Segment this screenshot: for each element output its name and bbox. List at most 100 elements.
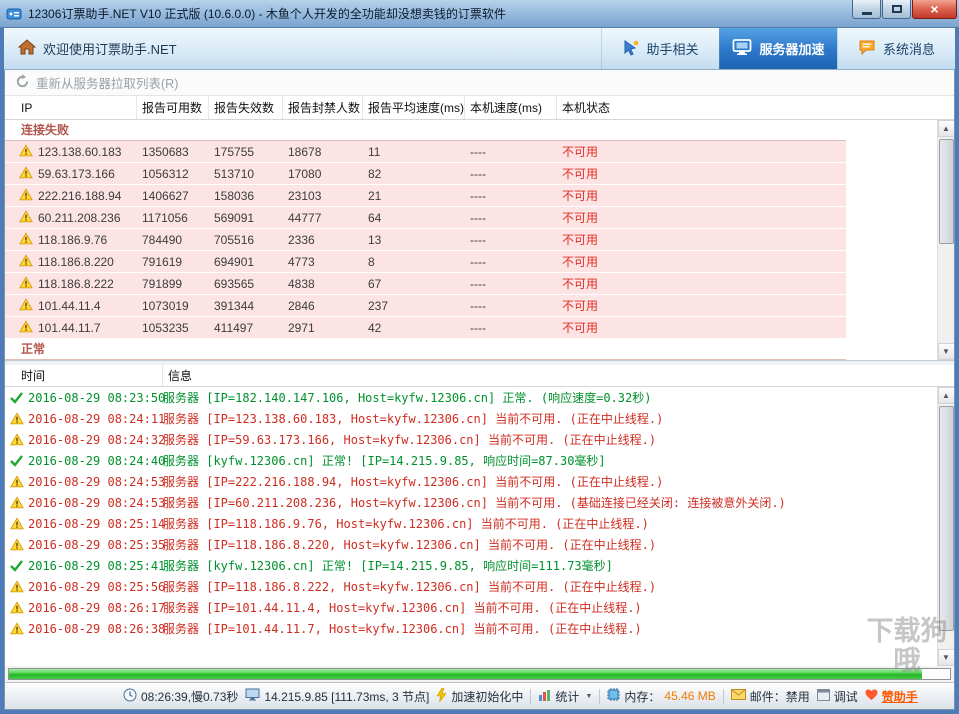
- table-row[interactable]: 59.63.173.166 1056312 513710 17080 82 --…: [5, 163, 846, 185]
- status-server-text: 14.215.9.85 [111.73ms, 3 节点]: [264, 689, 430, 704]
- reported-ok-count: 1171056: [142, 210, 188, 225]
- log-row[interactable]: 2016-08-29 08:24:11 服务器 [IP=123.138.60.1…: [5, 408, 937, 429]
- scroll-up-icon[interactable]: ▲: [937, 120, 954, 137]
- stats-label: 统计: [555, 689, 580, 704]
- server-table-header: IP 报告可用数 报告失效数 报告封禁人数 报告平均速度(ms) 本机速度(ms…: [5, 96, 954, 120]
- column-header-reported-fail[interactable]: 报告失效数: [209, 96, 283, 119]
- table-row[interactable]: 118.186.8.222 791899 693565 4838 67 ----…: [5, 273, 846, 295]
- log-scroll-thumb[interactable]: [938, 406, 954, 631]
- reported-ban-count: 44777: [288, 210, 322, 225]
- log-row[interactable]: 2016-08-29 08:24:53 服务器 [IP=222.216.188.…: [5, 471, 937, 492]
- tab-system-messages[interactable]: 系统消息: [837, 28, 955, 69]
- log-time: 2016-08-29 08:25:35: [28, 537, 166, 552]
- avg-speed: 13: [368, 232, 382, 247]
- reported-fail-count: 694901: [214, 254, 255, 269]
- reported-fail-count: 693565: [214, 276, 255, 291]
- progress-bar: [8, 668, 951, 680]
- stats-menu-button[interactable]: 统计 ▼: [538, 688, 592, 705]
- tab-server-accel[interactable]: 服务器加速: [719, 28, 837, 69]
- success-check-icon: [10, 559, 24, 572]
- status-time: 08:26:39,慢0.73秒: [123, 688, 238, 705]
- local-speed: ----: [470, 298, 486, 313]
- log-time: 2016-08-29 08:24:53: [28, 474, 166, 489]
- warning-icon: [19, 297, 33, 314]
- avg-speed: 82: [368, 166, 382, 181]
- log-time: 2016-08-29 08:24:32: [28, 432, 166, 447]
- log-scrollbar[interactable]: ▲ ▼: [937, 387, 954, 666]
- status-time-text: 08:26:39,慢0.73秒: [141, 689, 239, 704]
- server-ip: 118.186.8.220: [38, 254, 114, 269]
- reported-fail-count: 569091: [214, 210, 255, 225]
- reported-ok-count: 1056312: [142, 166, 189, 181]
- monitor-icon: [245, 688, 260, 704]
- reported-ok-count: 1406627: [142, 188, 189, 203]
- debug-button[interactable]: 调试: [816, 688, 858, 705]
- tab-assistant-label: 助手相关: [646, 42, 699, 57]
- log-row[interactable]: 2016-08-29 08:23:50 服务器 [IP=182.140.147.…: [5, 387, 937, 408]
- warning-icon: [10, 601, 24, 614]
- column-header-local-status[interactable]: 本机状态: [557, 96, 954, 119]
- warning-icon: [10, 580, 24, 593]
- log-message: 服务器 [kyfw.12306.cn] 正常! [IP=14.215.9.85,…: [163, 559, 613, 573]
- table-row[interactable]: 123.138.60.183 1350683 175755 18678 11 -…: [5, 141, 846, 163]
- maximize-button[interactable]: [882, 0, 911, 19]
- log-scroll-track[interactable]: [938, 404, 955, 649]
- local-speed: ----: [470, 210, 486, 225]
- table-row[interactable]: 101.44.11.7 1053235 411497 2971 42 ---- …: [5, 317, 846, 339]
- server-ip: 123.138.60.183: [38, 144, 122, 159]
- tab-assistant[interactable]: 助手相关: [601, 28, 719, 69]
- warning-icon: [10, 475, 24, 488]
- close-button[interactable]: ×: [912, 0, 957, 19]
- log-row[interactable]: 2016-08-29 08:25:14 服务器 [IP=118.186.9.76…: [5, 513, 937, 534]
- log-row[interactable]: 2016-08-29 08:24:53 服务器 [IP=60.211.208.2…: [5, 492, 937, 513]
- mail-status-toggle[interactable]: 邮件：禁用: [730, 688, 810, 705]
- log-message: 服务器 [IP=60.211.208.236, Host=kyfw.12306.…: [163, 496, 786, 510]
- server-scrollbar[interactable]: ▲ ▼: [937, 120, 954, 360]
- column-header-avg-speed[interactable]: 报告平均速度(ms): [363, 96, 465, 119]
- column-header-reported-ok[interactable]: 报告可用数: [137, 96, 209, 119]
- column-header-info[interactable]: 信息: [163, 365, 954, 386]
- local-status: 不可用: [562, 189, 599, 203]
- log-row[interactable]: 2016-08-29 08:25:41 服务器 [kyfw.12306.cn] …: [5, 555, 937, 576]
- scroll-down-icon[interactable]: ▼: [937, 649, 954, 666]
- caption-buttons: ×: [852, 0, 957, 19]
- table-row[interactable]: 118.186.9.76 784490 705516 2336 13 ---- …: [5, 229, 846, 251]
- server-scroll-thumb[interactable]: [938, 139, 954, 244]
- window-title: 12306订票助手.NET V10 正式版 (10.6.0.0) - 木鱼个人开…: [28, 7, 506, 21]
- reported-fail-count: 391344: [214, 298, 255, 313]
- server-scroll-track[interactable]: [938, 137, 955, 343]
- table-row[interactable]: 118.186.8.220 791619 694901 4773 8 ---- …: [5, 251, 846, 273]
- sponsor-link[interactable]: 赞助手: [865, 688, 918, 705]
- log-row[interactable]: 2016-08-29 08:24:40 服务器 [kyfw.12306.cn] …: [5, 450, 937, 471]
- log-row[interactable]: 2016-08-29 08:26:17 服务器 [IP=101.44.11.4,…: [5, 597, 937, 618]
- debug-window-icon: [816, 688, 830, 704]
- refresh-list-button[interactable]: 重新从服务器拉取列表(R): [36, 73, 178, 92]
- log-table-header: 时间 信息: [5, 365, 954, 387]
- debug-label: 调试: [833, 689, 858, 704]
- log-row[interactable]: 2016-08-29 08:25:56 服务器 [IP=118.186.8.22…: [5, 576, 937, 597]
- table-row[interactable]: 60.211.208.236 1171056 569091 44777 64 -…: [5, 207, 846, 229]
- log-row[interactable]: 2016-08-29 08:24:32 服务器 [IP=59.63.173.16…: [5, 429, 937, 450]
- scroll-up-icon[interactable]: ▲: [937, 387, 954, 404]
- reported-ban-count: 18678: [288, 144, 322, 159]
- reported-ban-count: 2971: [288, 320, 315, 335]
- reported-ok-count: 791619: [142, 254, 183, 269]
- column-header-ip[interactable]: IP: [5, 96, 137, 119]
- log-row[interactable]: 2016-08-29 08:26:38 服务器 [IP=101.44.11.7,…: [5, 618, 937, 639]
- warning-icon: [10, 496, 24, 509]
- table-row[interactable]: 101.44.11.4 1073019 391344 2846 237 ----…: [5, 295, 846, 317]
- welcome-text: 欢迎使用订票助手.NET: [43, 42, 177, 57]
- log-row[interactable]: 2016-08-29 08:25:35 服务器 [IP=118.186.8.22…: [5, 534, 937, 555]
- avg-speed: 11: [368, 144, 381, 159]
- column-header-reported-ban[interactable]: 报告封禁人数: [283, 96, 363, 119]
- column-header-local-speed[interactable]: 本机速度(ms): [465, 96, 557, 119]
- column-header-time[interactable]: 时间: [5, 365, 163, 386]
- server-ip: 101.44.11.7: [38, 320, 101, 335]
- table-row[interactable]: 222.216.188.94 1406627 158036 23103 21 -…: [5, 185, 846, 207]
- log-time: 2016-08-29 08:26:17: [28, 600, 166, 615]
- minimize-button[interactable]: [852, 0, 881, 19]
- log-message: 服务器 [IP=118.186.9.76, Host=kyfw.12306.cn…: [163, 517, 649, 531]
- scroll-down-icon[interactable]: ▼: [937, 343, 954, 360]
- separator: [722, 688, 724, 704]
- local-speed: ----: [470, 276, 486, 291]
